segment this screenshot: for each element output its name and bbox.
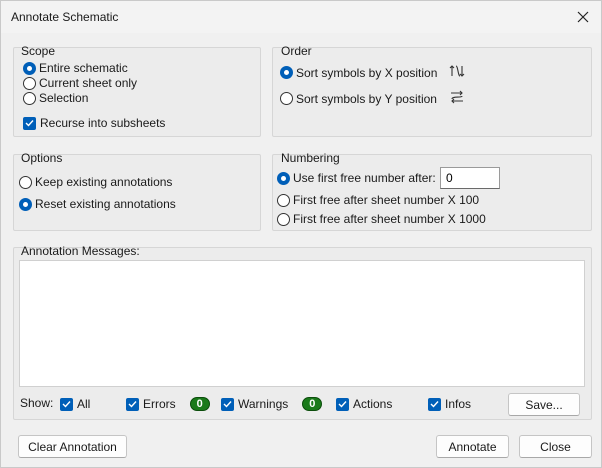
radio-unselected	[280, 92, 293, 105]
annotate-button[interactable]: Annotate	[436, 435, 509, 458]
checkmark-icon	[126, 397, 139, 411]
warnings-count-badge: 0	[302, 397, 323, 411]
sort-y-radio[interactable]: Sort symbols by Y position	[280, 90, 465, 107]
radio-unselected	[23, 91, 36, 105]
sheet-x100-label: First free after sheet number X 100	[293, 193, 480, 207]
scope-entire-radio[interactable]: Entire schematic	[23, 61, 128, 75]
filter-all-checkbox[interactable]: All	[60, 397, 90, 411]
radio-unselected	[277, 193, 290, 207]
window-title: Annotate Schematic	[11, 10, 119, 24]
close-icon	[577, 11, 589, 23]
checkmark-icon	[23, 116, 36, 130]
errors-count-badge: 0	[189, 397, 210, 411]
messages-title: Annotation Messages:	[21, 244, 140, 258]
filter-warnings-label: Warnings	[238, 397, 289, 411]
scope-title: Scope	[21, 44, 56, 58]
scope-selection-radio[interactable]: Selection	[23, 91, 88, 105]
scope-current-sheet-label: Current sheet only	[39, 76, 138, 90]
sheet-x1000-radio[interactable]: First free after sheet number X 1000	[277, 212, 486, 226]
reset-annotations-label: Reset existing annotations	[35, 197, 176, 211]
recurse-subsheets-checkbox[interactable]: Recurse into subsheets	[23, 116, 165, 130]
radio-selected	[277, 171, 290, 185]
filter-infos-label: Infos	[445, 397, 472, 411]
options-title: Options	[21, 151, 63, 165]
sort-y-icon	[449, 90, 465, 107]
close-button[interactable]: Close	[519, 435, 592, 458]
filter-warnings-checkbox[interactable]: Warnings 0	[221, 397, 323, 411]
sort-x-radio[interactable]: Sort symbols by X position	[280, 64, 465, 81]
sheet-x1000-label: First free after sheet number X 1000	[293, 212, 486, 226]
sort-x-icon	[449, 64, 465, 81]
save-messages-button[interactable]: Save...	[508, 393, 580, 416]
keep-annotations-label: Keep existing annotations	[35, 175, 173, 189]
annotate-dialog: Annotate Schematic Scope Entire schemati…	[0, 0, 602, 468]
filter-errors-checkbox[interactable]: Errors 0	[126, 397, 210, 411]
filter-infos-checkbox[interactable]: Infos	[428, 397, 471, 411]
first-free-label: Use first free number after:	[293, 171, 436, 185]
radio-selected	[23, 61, 36, 75]
filter-actions-checkbox[interactable]: Actions	[336, 397, 392, 411]
reset-annotations-radio[interactable]: Reset existing annotations	[19, 197, 176, 211]
sort-y-label: Sort symbols by Y position	[296, 91, 437, 106]
checkmark-icon	[221, 397, 234, 411]
scope-selection-label: Selection	[39, 91, 89, 105]
radio-selected	[280, 66, 293, 79]
numbering-title: Numbering	[281, 151, 340, 165]
first-free-number-input[interactable]	[440, 167, 500, 189]
scope-entire-label: Entire schematic	[39, 61, 128, 75]
options-panel	[13, 154, 261, 231]
order-title: Order	[281, 44, 312, 58]
show-label: Show:	[20, 396, 54, 410]
sort-x-label: Sort symbols by X position	[296, 65, 438, 80]
checkmark-icon	[336, 397, 349, 411]
radio-unselected	[23, 76, 36, 90]
checkmark-icon	[60, 397, 73, 411]
filter-errors-label: Errors	[143, 397, 176, 411]
filter-actions-label: Actions	[353, 397, 393, 411]
radio-selected	[19, 197, 32, 211]
title-bar: Annotate Schematic	[1, 1, 601, 33]
radio-unselected	[277, 212, 290, 226]
keep-annotations-radio[interactable]: Keep existing annotations	[19, 175, 172, 189]
checkmark-icon	[428, 397, 441, 411]
radio-unselected	[19, 175, 32, 189]
recurse-subsheets-label: Recurse into subsheets	[40, 116, 166, 130]
messages-list[interactable]	[19, 260, 585, 387]
filter-all-label: All	[77, 397, 91, 411]
clear-annotation-button[interactable]: Clear Annotation	[18, 435, 127, 458]
scope-current-sheet-radio[interactable]: Current sheet only	[23, 76, 137, 90]
window-close-button[interactable]	[569, 3, 597, 31]
sheet-x100-radio[interactable]: First free after sheet number X 100	[277, 193, 479, 207]
first-free-radio[interactable]: Use first free number after:	[277, 171, 436, 185]
